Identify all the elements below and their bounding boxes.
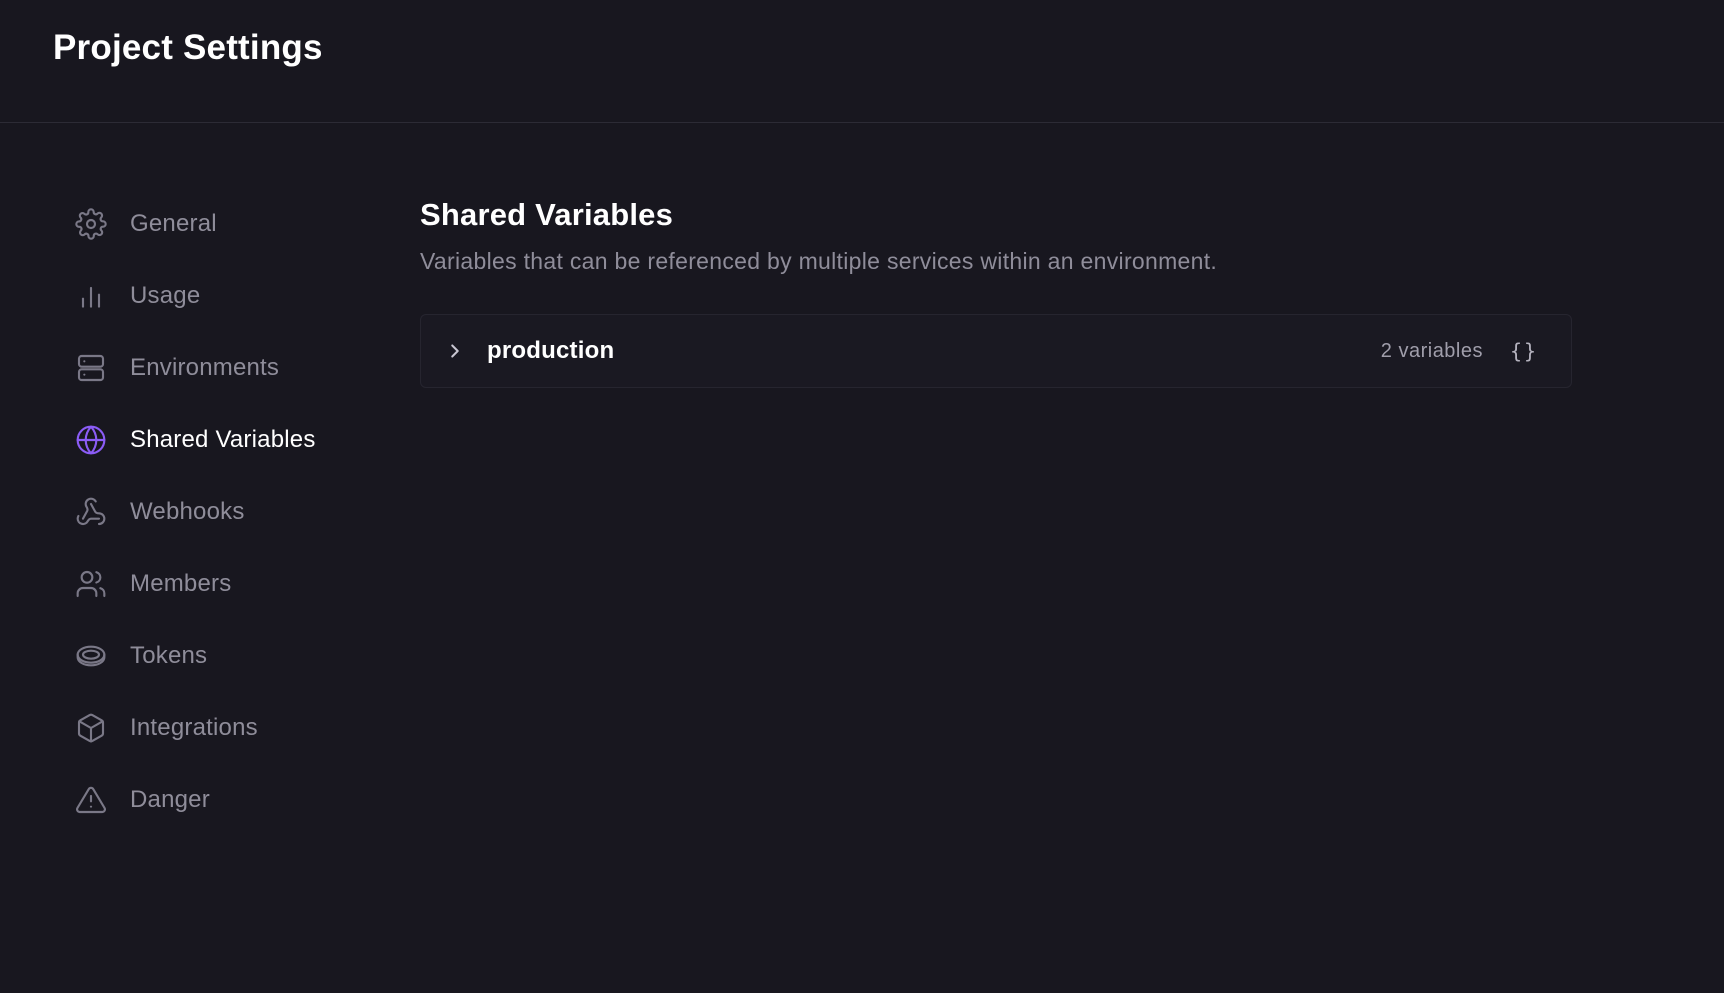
sidebar-item-label: Environments — [130, 354, 280, 381]
bar-chart-icon — [70, 275, 112, 317]
warning-icon — [70, 779, 112, 821]
sidebar-item-danger[interactable]: Danger — [70, 764, 370, 836]
sidebar-item-tokens[interactable]: Tokens — [70, 620, 370, 692]
page-title: Project Settings — [53, 28, 323, 67]
sidebar-item-label: Shared Variables — [130, 426, 316, 453]
sidebar-item-label: Integrations — [130, 714, 258, 741]
sidebar-item-label: Danger — [130, 786, 210, 813]
webhook-icon — [70, 491, 112, 533]
variable-count: 2 variables — [1380, 339, 1483, 362]
sidebar-item-webhooks[interactable]: Webhooks — [70, 476, 370, 548]
raw-editor-button[interactable]: {} — [1507, 334, 1541, 368]
sidebar-item-label: Members — [130, 570, 232, 597]
environment-name: production — [487, 337, 615, 364]
sidebar-item-label: Tokens — [130, 642, 208, 669]
shared-variables-panel: Shared Variables Variables that can be r… — [420, 195, 1572, 388]
section-title: Shared Variables — [420, 197, 674, 232]
settings-sidebar: General Usage Environments Shared Variab… — [70, 188, 370, 836]
sidebar-item-members[interactable]: Members — [70, 548, 370, 620]
box-icon — [70, 707, 112, 749]
sidebar-item-environments[interactable]: Environments — [70, 332, 370, 404]
gear-icon — [70, 203, 112, 245]
sidebar-item-label: Webhooks — [130, 498, 245, 525]
sidebar-item-general[interactable]: General — [70, 188, 370, 260]
section-description: Variables that can be referenced by mult… — [420, 248, 1218, 274]
sidebar-item-label: Usage — [130, 282, 201, 309]
environment-row-production[interactable]: production 2 variables {} — [420, 314, 1572, 388]
sidebar-item-integrations[interactable]: Integrations — [70, 692, 370, 764]
globe-icon — [70, 419, 112, 461]
users-icon — [70, 563, 112, 605]
sidebar-item-usage[interactable]: Usage — [70, 260, 370, 332]
token-icon — [70, 635, 112, 677]
sidebar-item-shared-variables[interactable]: Shared Variables — [70, 404, 370, 476]
page-header: Project Settings — [0, 0, 1724, 123]
chevron-right-icon[interactable] — [441, 337, 469, 365]
sidebar-item-label: General — [130, 210, 217, 237]
server-icon — [70, 347, 112, 389]
